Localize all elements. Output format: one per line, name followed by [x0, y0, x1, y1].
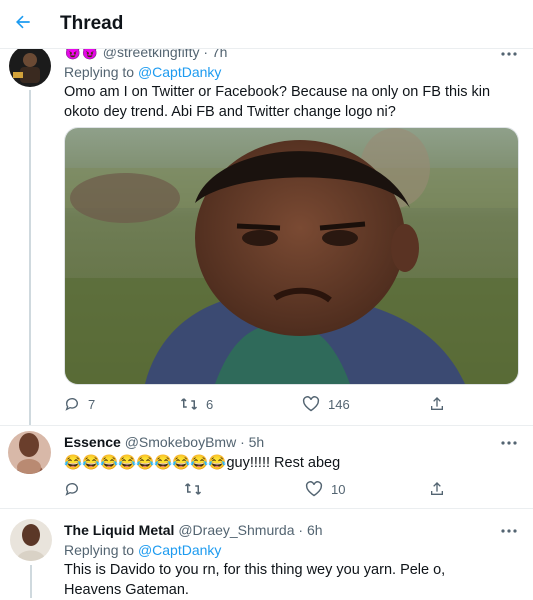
share-action[interactable] [429, 481, 445, 497]
handle[interactable]: @SmokeboyBmw [125, 434, 236, 450]
tweet-1[interactable]: 😈😈 @streetkingfifty · 7h Replying to @Ca… [0, 0, 533, 425]
like-action[interactable]: 146 [302, 396, 350, 412]
reply-action[interactable] [64, 481, 80, 497]
retweet-icon [180, 396, 198, 412]
more-icon [501, 52, 517, 56]
tweet-text: This is Davido to you rn, for this thing… [64, 562, 446, 598]
heart-icon [305, 481, 323, 497]
heart-icon [302, 396, 320, 412]
avatar[interactable] [9, 45, 51, 87]
more-icon [501, 529, 517, 533]
tweet-image[interactable] [64, 127, 519, 385]
reply-icon [64, 396, 80, 412]
like-action[interactable]: 10 [305, 481, 345, 497]
tweet-text: Omo am I on Twitter or Facebook? Because… [64, 84, 491, 120]
more-button[interactable] [499, 436, 519, 450]
timestamp[interactable]: · 5h [240, 434, 264, 450]
share-icon [429, 396, 445, 412]
avatar[interactable] [10, 519, 52, 561]
display-name[interactable]: The Liquid Metal [64, 522, 174, 538]
boy-frowning-photo [65, 128, 518, 384]
like-count: 146 [328, 396, 350, 412]
timestamp[interactable]: · 6h [298, 522, 322, 538]
share-action[interactable] [429, 396, 445, 412]
replying-to: Replying to @CaptDanky [64, 542, 221, 558]
like-count: 10 [331, 481, 346, 497]
thread-line [30, 565, 32, 598]
replying-to-label: Replying to [64, 542, 135, 558]
retweet-icon [184, 481, 202, 497]
more-icon [501, 441, 517, 445]
tweet-3[interactable]: The Liquid Metal @Draey_Shmurda · 6h Rep… [0, 509, 533, 598]
retweet-action[interactable] [184, 481, 202, 497]
reply-action[interactable]: 7 [64, 396, 95, 412]
thread-header: Thread [0, 0, 533, 49]
handle[interactable]: @Draey_Shmurda [178, 522, 294, 538]
page-title: Thread [60, 13, 124, 34]
reply-icon [64, 481, 80, 497]
tweet-meta: Essence @SmokeboyBmw · 5h [64, 434, 264, 450]
more-button[interactable] [499, 524, 519, 538]
share-icon [429, 481, 445, 497]
thread-line [29, 90, 31, 425]
replying-to-mention[interactable]: @CaptDanky [138, 64, 221, 80]
reply-count: 7 [88, 396, 96, 412]
replying-to-mention[interactable]: @CaptDanky [138, 542, 221, 558]
arrow-left-icon [13, 12, 33, 32]
replying-to: Replying to @CaptDanky [64, 64, 221, 80]
replying-to-label: Replying to [64, 64, 135, 80]
display-name[interactable]: Essence [64, 434, 121, 450]
more-button[interactable] [499, 47, 519, 61]
tweet-meta: The Liquid Metal @Draey_Shmurda · 6h [64, 522, 323, 538]
retweet-count: 6 [206, 396, 214, 412]
tweet-2[interactable]: Essence @SmokeboyBmw · 5h 😂😂😂😂😂😂😂😂😂guy!!… [0, 426, 533, 508]
retweet-action[interactable]: 6 [180, 396, 213, 412]
back-button[interactable] [9, 8, 37, 36]
avatar[interactable] [8, 431, 51, 474]
tweet-text: 😂😂😂😂😂😂😂😂😂guy!!!!! Rest abeg [64, 455, 341, 471]
